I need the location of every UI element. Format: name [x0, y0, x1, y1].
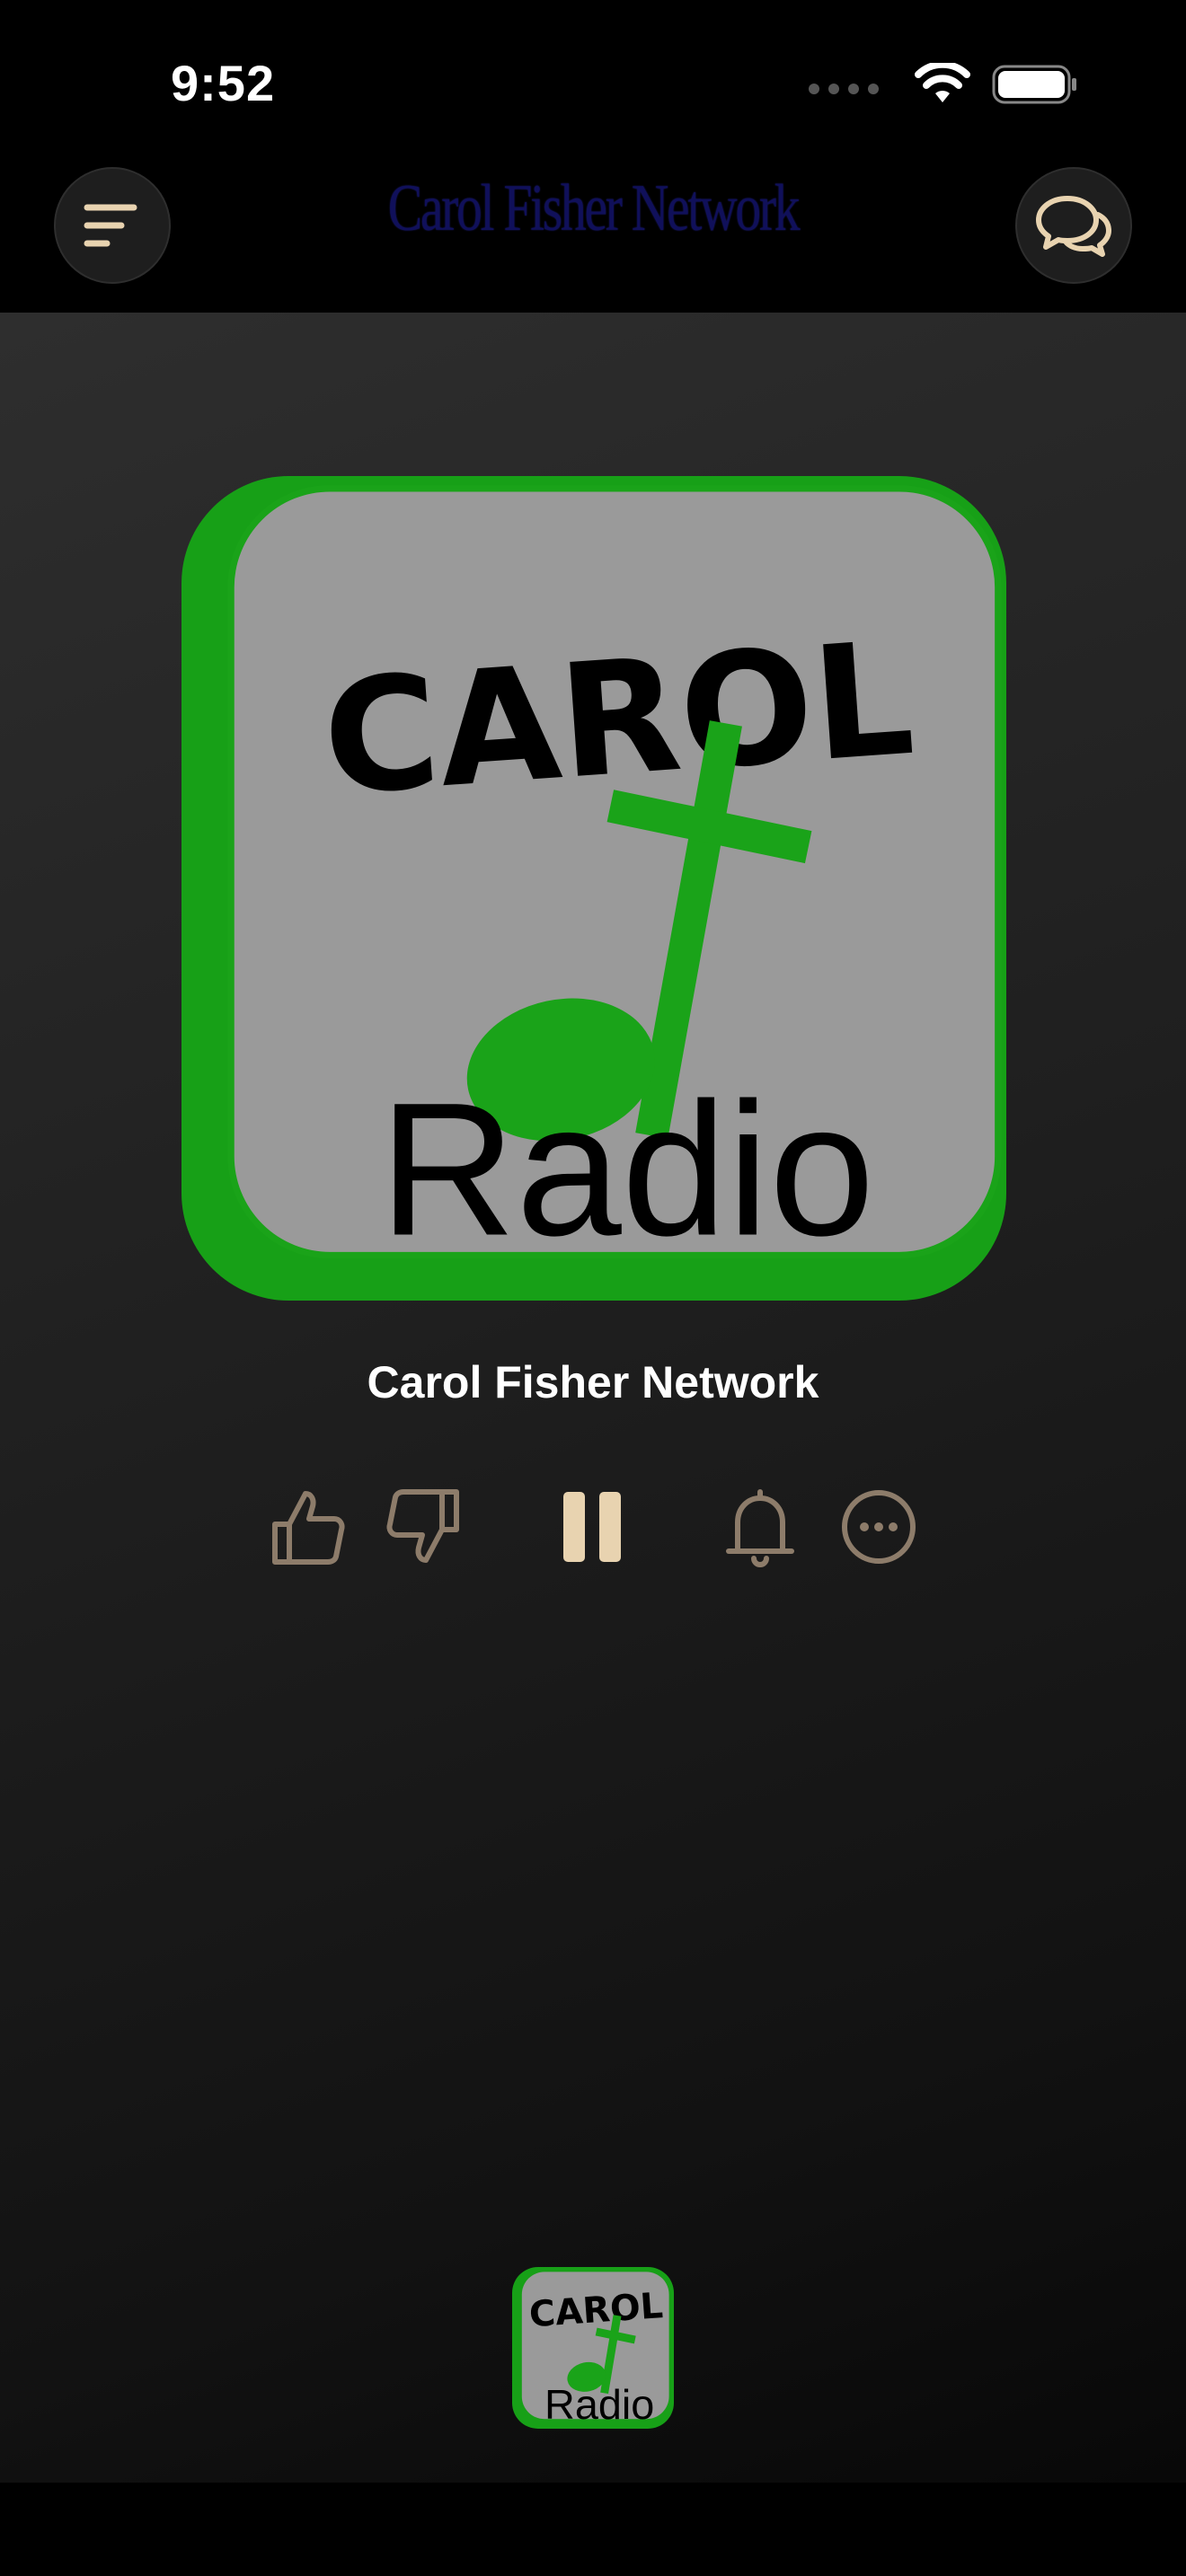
mini-station-logo[interactable]: CAROL Radio	[512, 2267, 674, 2429]
bell-icon	[726, 1489, 794, 1567]
wifi-icon	[915, 63, 970, 102]
bottom-bar	[0, 2483, 1186, 2576]
status-time: 9:52	[171, 55, 276, 111]
station-name: Carol Fisher Network	[367, 1357, 819, 1407]
like-button[interactable]	[257, 1478, 356, 1576]
cellular-signal-icon	[809, 84, 879, 94]
alert-button[interactable]	[711, 1478, 810, 1576]
more-options-button[interactable]	[829, 1478, 928, 1576]
chat-bubbles-icon	[1036, 196, 1111, 257]
artwork-logo-bottom-text: Radio	[379, 1063, 875, 1275]
battery-icon	[992, 65, 1076, 104]
app-header: Carol Fisher Network	[0, 162, 1186, 313]
chat-button[interactable]	[1015, 167, 1132, 284]
app-root: 9:52 Carol Fisher Network CAROL Radio Ca…	[0, 0, 1186, 2576]
pause-button[interactable]	[543, 1478, 642, 1576]
more-icon	[842, 1490, 916, 1564]
now-playing-screen: CAROL Radio Carol Fisher Network CAROL R…	[0, 313, 1186, 2483]
thumbs-down-icon	[386, 1489, 459, 1563]
pause-icon	[563, 1492, 621, 1562]
status-indicators	[809, 63, 1078, 106]
dislike-button[interactable]	[376, 1478, 474, 1576]
thumbs-up-icon	[272, 1491, 345, 1565]
station-artwork: CAROL Radio	[181, 476, 1006, 1301]
mini-logo-bottom-text: Radio	[544, 2381, 654, 2428]
header-title: Carol Fisher Network	[387, 172, 801, 245]
status-bar: 9:52	[0, 0, 1186, 162]
